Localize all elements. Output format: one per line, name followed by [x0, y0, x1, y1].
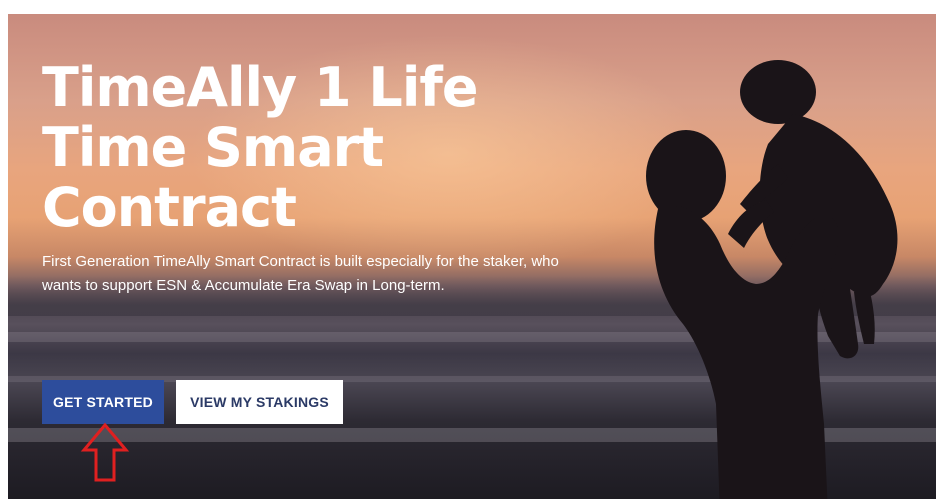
up-arrow-icon: [80, 422, 130, 482]
hero-title-line: TimeAlly 1 Life: [42, 56, 478, 119]
hero-banner: TimeAlly 1 Life Time Smart Contract Firs…: [8, 14, 936, 499]
hero-title-line: Time Smart: [42, 116, 384, 179]
get-started-button[interactable]: GET STARTED: [42, 380, 164, 424]
view-my-stakings-button[interactable]: VIEW MY STAKINGS: [176, 380, 343, 424]
hero-description: First Generation TimeAlly Smart Contract…: [42, 253, 559, 294]
parent-child-silhouette-image: [646, 60, 898, 499]
hero-title: TimeAlly 1 Life Time Smart Contract: [42, 58, 562, 238]
hero-title-line: Contract: [42, 176, 297, 239]
page: TimeAlly 1 Life Time Smart Contract Firs…: [0, 0, 943, 499]
